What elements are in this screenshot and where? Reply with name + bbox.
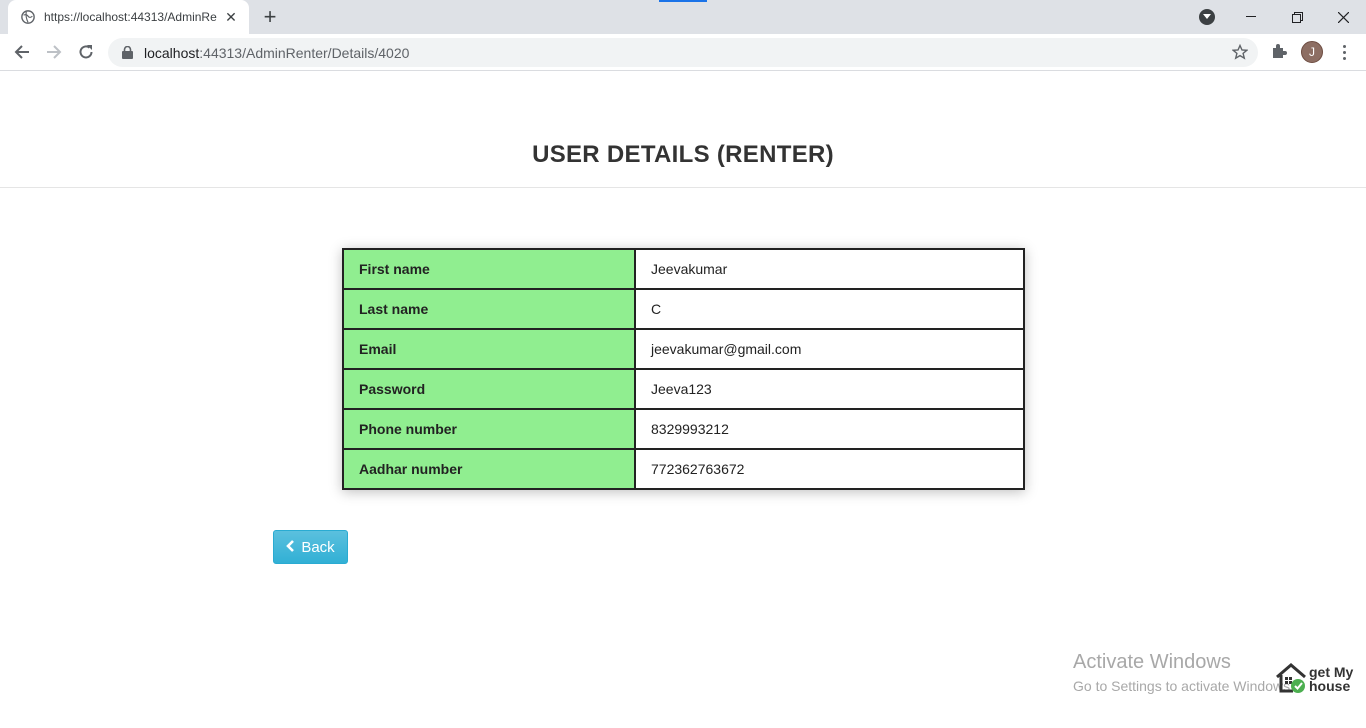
page-title: USER DETAILS (RENTER): [532, 141, 834, 168]
row-value: 772362763672: [634, 448, 1025, 490]
row-label: Aadhar number: [342, 448, 636, 490]
reload-icon[interactable]: [72, 38, 100, 66]
table-row: Last name C: [342, 288, 1025, 330]
activate-windows-watermark: Activate Windows Go to Settings to activ…: [1073, 651, 1294, 694]
row-label: Email: [342, 328, 636, 370]
lock-icon[interactable]: [120, 46, 134, 60]
user-details-table: First name Jeevakumar Last name C Email …: [342, 248, 1025, 490]
watermark-title: Activate Windows: [1073, 651, 1231, 673]
row-value: Jeevakumar: [634, 248, 1025, 290]
chevron-left-icon: [286, 539, 295, 555]
brand-line2: house: [1309, 678, 1351, 694]
tab-search-icon[interactable]: [1199, 9, 1215, 25]
brand-line1: get My: [1309, 664, 1354, 680]
tab-title: https://localhost:44313/AdminRe: [44, 10, 217, 24]
page-content: USER DETAILS (RENTER) First name Jeevaku…: [0, 71, 1366, 728]
tab-indicator: [659, 0, 707, 2]
row-label: Phone number: [342, 408, 636, 450]
back-button[interactable]: Back: [273, 530, 348, 564]
close-window-icon[interactable]: [1320, 0, 1366, 34]
tab-strip: https://localhost:44313/AdminRe ✕ +: [0, 0, 1366, 34]
row-value: C: [634, 288, 1025, 330]
bookmark-star-icon[interactable]: [1231, 43, 1249, 60]
row-label: First name: [342, 248, 636, 290]
row-label: Password: [342, 368, 636, 410]
new-tab-icon[interactable]: +: [258, 4, 282, 29]
table-row: Phone number 8329993212: [342, 408, 1025, 450]
table-row: Email jeevakumar@gmail.com: [342, 328, 1025, 370]
globe-icon: [20, 9, 36, 25]
close-tab-icon[interactable]: ✕: [223, 9, 239, 25]
extensions-icon[interactable]: [1270, 42, 1290, 62]
url-text: localhost:44313/AdminRenter/Details/4020: [144, 45, 409, 61]
url-path: :44313/AdminRenter/Details/4020: [199, 44, 410, 61]
table-row: First name Jeevakumar: [342, 248, 1025, 290]
get-my-house-logo: get My house: [1275, 661, 1359, 697]
restore-icon[interactable]: [1274, 0, 1320, 34]
minimize-icon[interactable]: [1228, 0, 1274, 34]
back-arrow-icon[interactable]: [8, 38, 36, 66]
table-row: Password Jeeva123: [342, 368, 1025, 410]
profile-avatar[interactable]: J: [1301, 41, 1323, 63]
url-host: localhost: [144, 44, 200, 61]
row-value: Jeeva123: [634, 368, 1025, 410]
row-label: Last name: [342, 288, 636, 330]
table-row: Aadhar number 772362763672: [342, 448, 1025, 490]
back-button-label: Back: [301, 538, 335, 556]
forward-arrow-icon[interactable]: [40, 38, 68, 66]
kebab-menu-icon[interactable]: [1336, 41, 1352, 63]
browser-toolbar: localhost:44313/AdminRenter/Details/4020…: [0, 34, 1366, 71]
brand-text: get My house: [1309, 665, 1353, 693]
row-value: 8329993212: [634, 408, 1025, 450]
row-value: jeevakumar@gmail.com: [634, 328, 1025, 370]
page-header: USER DETAILS (RENTER): [0, 71, 1366, 188]
address-bar[interactable]: localhost:44313/AdminRenter/Details/4020: [108, 38, 1258, 67]
browser-tab[interactable]: https://localhost:44313/AdminRe ✕: [8, 0, 249, 34]
watermark-subtitle: Go to Settings to activate Windows.: [1073, 678, 1294, 694]
house-icon: [1276, 663, 1306, 693]
